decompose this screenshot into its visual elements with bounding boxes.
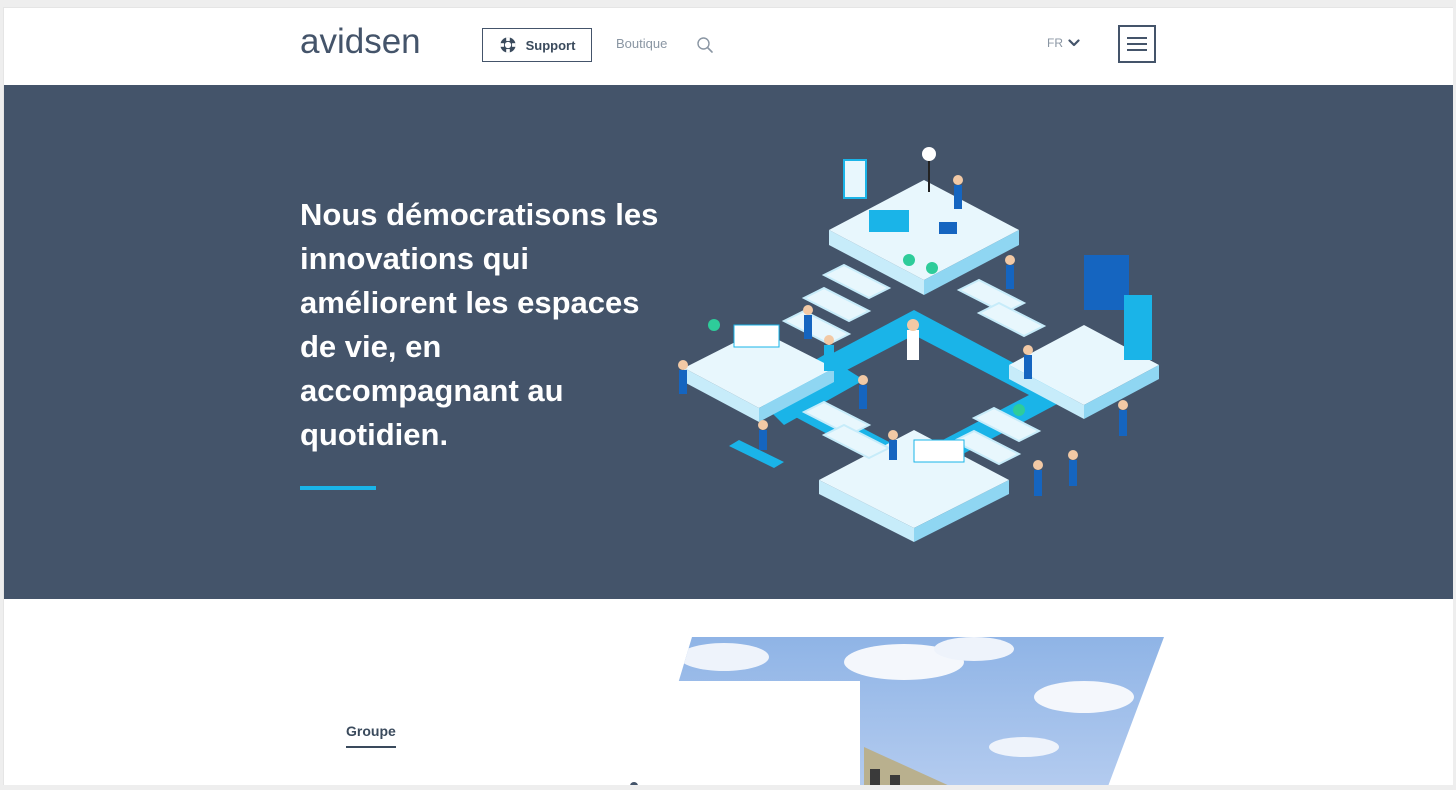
hero-section: Nous démocratisons les innovations qui a… [4,85,1453,599]
page-frame: avidsen Support Boutique FR Nous démocra… [3,7,1453,785]
lifebuoy-icon [499,37,516,53]
hamburger-menu-icon [1127,37,1147,51]
carousel-dot[interactable] [630,782,638,785]
support-label: Support [525,37,576,53]
search-icon[interactable] [696,36,714,54]
language-selector[interactable]: FR [1047,36,1080,50]
menu-button[interactable] [1118,25,1156,63]
support-button[interactable]: Support [482,28,592,62]
groupe-section: Groupe [4,599,1453,785]
chevron-down-icon [1068,39,1080,47]
avidsen-logo[interactable]: avidsen [300,22,440,62]
tab-groupe[interactable]: Groupe [346,723,396,748]
language-label: FR [1047,36,1063,50]
hero-underline [300,486,376,490]
site-header: avidsen Support Boutique FR [4,8,1453,85]
boutique-link[interactable]: Boutique [616,36,667,51]
svg-text:avidsen: avidsen [300,22,421,61]
hero-title: Nous démocratisons les innovations qui a… [300,197,659,452]
isometric-office-illustration [678,147,1159,542]
